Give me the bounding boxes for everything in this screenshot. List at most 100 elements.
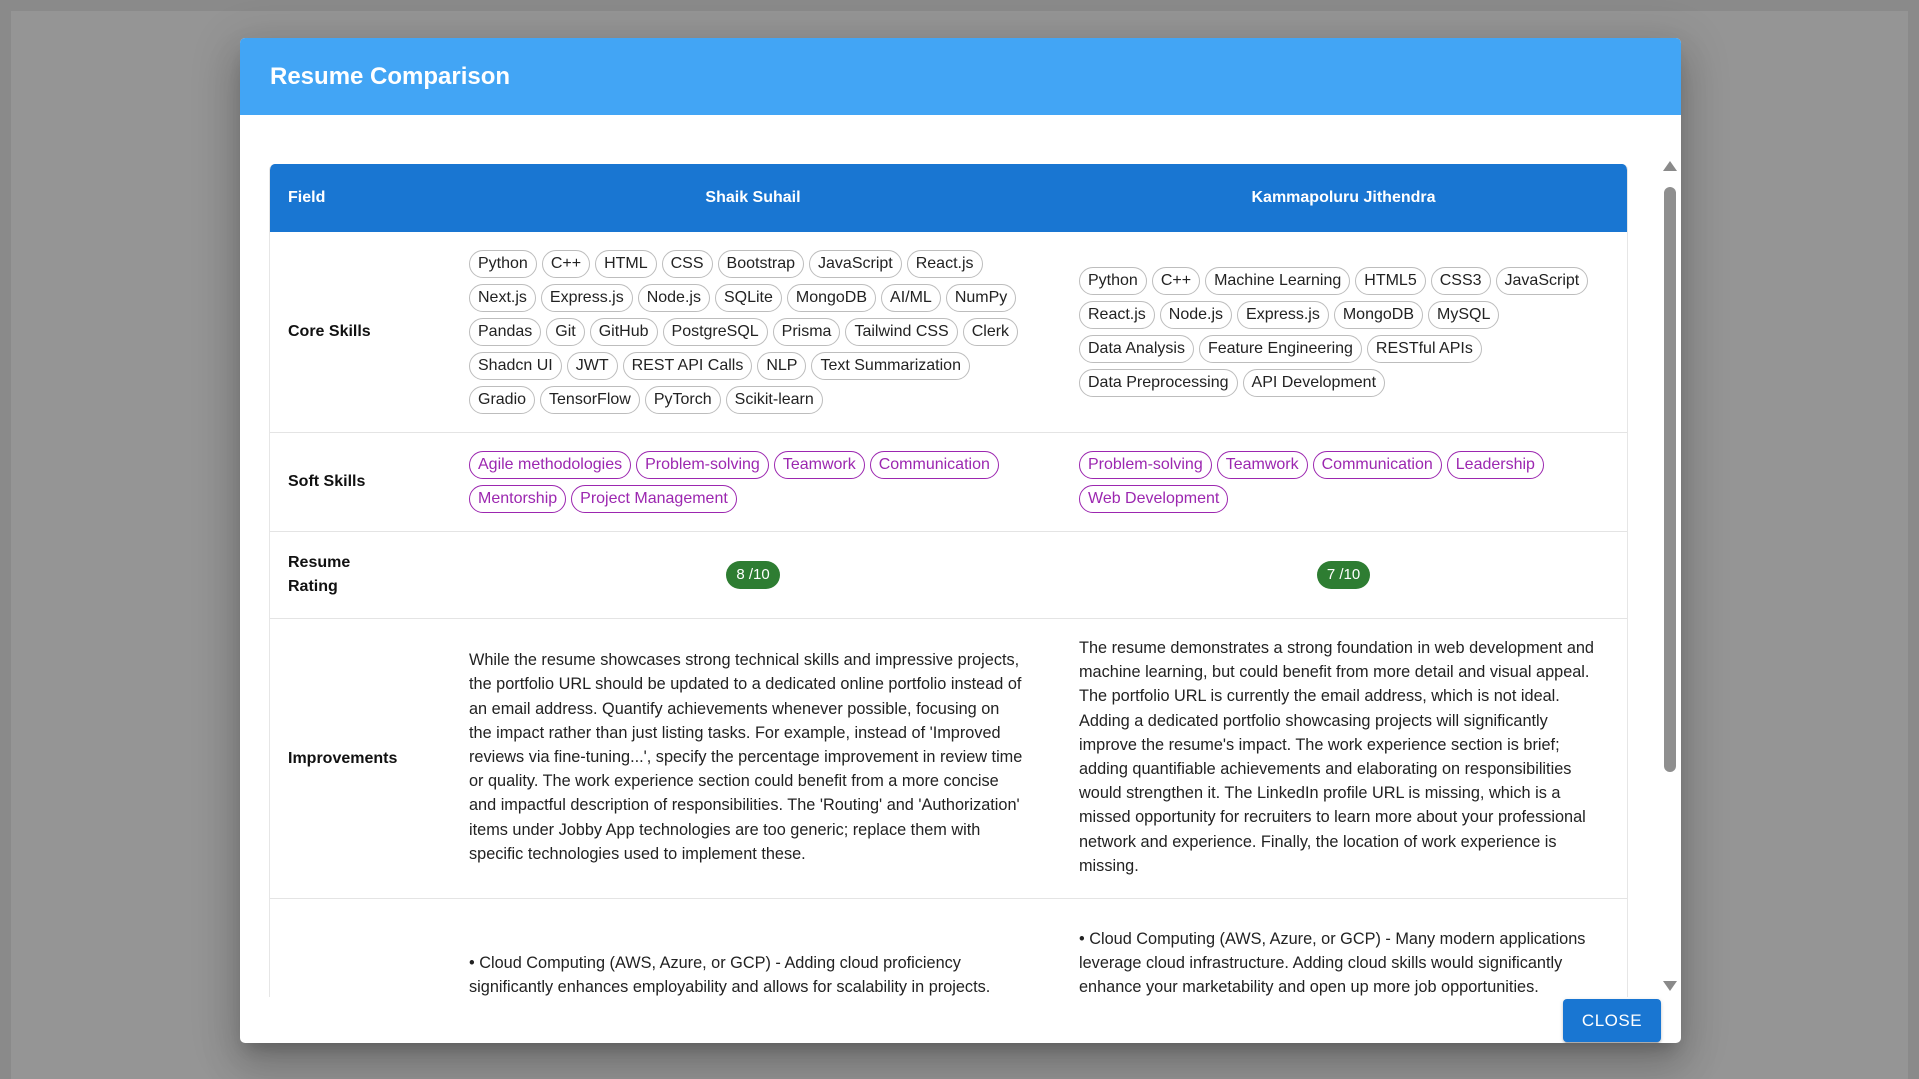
skill-chip: RESTful APIs	[1366, 335, 1482, 363]
skill-chip: Text Summarization	[811, 352, 970, 380]
skill-chip: Node.js	[637, 284, 710, 312]
skill-chip: CSS	[661, 250, 713, 278]
skill-chip: Python	[469, 250, 537, 278]
suggested-skills-a: • Cloud Computing (AWS, Azure, or GCP) -…	[448, 898, 1058, 997]
skill-chip: MongoDB	[1333, 301, 1423, 329]
skill-chip: Express.js	[1237, 301, 1329, 329]
row-label-improvements: Improvements	[270, 618, 448, 900]
skill-chip: Pandas	[469, 318, 542, 346]
skill-chip: Node.js	[1159, 301, 1233, 329]
skill-chip: GitHub	[589, 318, 658, 346]
skill-chip: Communication	[869, 451, 999, 479]
vertical-scrollbar[interactable]	[1658, 115, 1681, 997]
header-field: Field	[270, 164, 448, 232]
row-label-rating: Resume Rating	[270, 531, 448, 619]
skill-chip: Machine Learning	[1205, 267, 1351, 295]
rating-label-text: Resume Rating	[288, 554, 351, 595]
skill-chip: MySQL	[1428, 301, 1500, 329]
skill-chip: Agile methodologies	[469, 451, 632, 479]
skill-chip: React.js	[1079, 301, 1155, 329]
skill-chip: Python	[1079, 267, 1147, 295]
skill-chip: Data Analysis	[1079, 335, 1194, 363]
core-skills-b: Python C++ Machine Learning HTML5 CSS3 JavaSc…	[1058, 232, 1627, 433]
suggested-skills-b-text: • Cloud Computing (AWS, Azure, or GCP) -…	[1079, 930, 1586, 997]
core-skills-b-chips: Python C++ Machine Learning HTML5 CSS3 JavaSc…	[1079, 267, 1607, 397]
comparison-table: Field Shaik Suhail Kammapoluru Jithendra…	[270, 164, 1627, 997]
skill-chip: Problem-solving	[636, 451, 769, 479]
scroll-down-arrow-icon[interactable]	[1663, 981, 1677, 991]
comparison-table-container: Field Shaik Suhail Kammapoluru Jithendra…	[269, 164, 1628, 997]
skill-chip: Tailwind CSS	[845, 318, 958, 346]
row-core-skills: Core Skills Python C++ HTML CSS Bootstrap Jav…	[270, 232, 1627, 433]
skill-chip: Communication	[1312, 451, 1442, 479]
skill-chip: JWT	[566, 352, 618, 380]
skill-chip: C++	[1151, 267, 1201, 295]
header-candidate-a: Shaik Suhail	[448, 164, 1058, 232]
improvements-a: While the resume showcases strong techni…	[448, 618, 1058, 900]
resume-comparison-dialog: Resume Comparison Field Shaik Suhail Kam…	[240, 38, 1681, 1043]
skill-chip: Project Management	[571, 485, 737, 513]
skill-chip: React.js	[906, 250, 983, 278]
skill-chip: Mentorship	[469, 485, 567, 513]
dialog-content: Field Shaik Suhail Kammapoluru Jithendra…	[240, 115, 1681, 997]
rating-badge-a: 8 /10	[726, 561, 780, 589]
scroll-up-arrow-icon[interactable]	[1663, 161, 1677, 171]
suggested-skills-a-text: • Cloud Computing (AWS, Azure, or GCP) -…	[469, 954, 991, 997]
skill-chip: Gradio	[469, 386, 536, 414]
skill-chip: Git	[546, 318, 585, 346]
close-button[interactable]: CLOSE	[1563, 999, 1661, 1042]
row-improvements: Improvements While the resume showcases …	[270, 618, 1627, 900]
skill-chip: HTML	[595, 250, 657, 278]
row-rating: Resume Rating 8 /10 7 /10	[270, 531, 1627, 619]
scrollbar-thumb[interactable]	[1664, 187, 1676, 772]
skill-chip: Feature Engineering	[1198, 335, 1362, 363]
dialog-actions: CLOSE	[240, 997, 1681, 1043]
skill-chip: Teamwork	[1216, 451, 1308, 479]
header-candidate-b: Kammapoluru Jithendra	[1058, 164, 1627, 232]
table-header-row: Field Shaik Suhail Kammapoluru Jithendra	[270, 164, 1627, 232]
core-skills-a: Python C++ HTML CSS Bootstrap JavaScript React…	[448, 232, 1058, 433]
skill-chip: Leadership	[1446, 451, 1544, 479]
improvements-b: The resume demonstrates a strong foundat…	[1058, 618, 1627, 900]
skill-chip: Problem-solving	[1079, 451, 1212, 479]
dialog-title: Resume Comparison	[240, 38, 1681, 115]
skill-chip: Bootstrap	[717, 250, 805, 278]
skill-chip: MongoDB	[786, 284, 877, 312]
skill-chip: JavaScript	[1495, 267, 1589, 295]
skill-chip: Web Development	[1079, 485, 1229, 513]
skill-chip: Clerk	[962, 318, 1019, 346]
skill-chip: SQLite	[714, 284, 782, 312]
skill-chip: NumPy	[945, 284, 1017, 312]
skill-chip: TensorFlow	[540, 386, 640, 414]
skill-chip: PostgreSQL	[662, 318, 768, 346]
skill-chip: Data Preprocessing	[1079, 369, 1238, 397]
skill-chip: Scikit-learn	[725, 386, 823, 414]
rating-a-cell: 8 /10	[448, 531, 1058, 619]
rating-badge-b: 7 /10	[1316, 561, 1371, 589]
improvements-a-text: While the resume showcases strong techni…	[469, 651, 1023, 863]
soft-skills-a-chips: Agile methodologies Problem-solving Teamwo…	[469, 451, 1024, 513]
skill-chip: API Development	[1242, 369, 1386, 397]
suggested-skills-b: • Cloud Computing (AWS, Azure, or GCP) -…	[1058, 898, 1627, 997]
rating-b-cell: 7 /10	[1058, 531, 1627, 619]
core-skills-a-chips: Python C++ HTML CSS Bootstrap JavaScript React…	[469, 250, 1024, 414]
row-label-suggested-skills	[270, 898, 448, 997]
skill-chip: AI/ML	[881, 284, 941, 312]
skill-chip: PyTorch	[644, 386, 721, 414]
skill-chip: REST API Calls	[622, 352, 753, 380]
skill-chip: NLP	[757, 352, 807, 380]
skill-chip: Prisma	[772, 318, 841, 346]
soft-skills-b-chips: Problem-solving Teamwork Communication Lead…	[1079, 451, 1607, 513]
skill-chip: CSS3	[1430, 267, 1491, 295]
skill-chip: Shadcn UI	[469, 352, 562, 380]
row-suggested-skills: • Cloud Computing (AWS, Azure, or GCP) -…	[270, 898, 1627, 997]
improvements-b-text: The resume demonstrates a strong foundat…	[1079, 639, 1594, 875]
row-label-soft-skills: Soft Skills	[270, 432, 448, 532]
row-soft-skills: Soft Skills Agile methodologies Problem-s…	[270, 432, 1627, 532]
skill-chip: C++	[541, 250, 591, 278]
skill-chip: HTML5	[1355, 267, 1426, 295]
row-label-core-skills: Core Skills	[270, 232, 448, 433]
soft-skills-a: Agile methodologies Problem-solving Teamwo…	[448, 432, 1058, 532]
skill-chip: Express.js	[540, 284, 633, 312]
soft-skills-b: Problem-solving Teamwork Communication Lead…	[1058, 432, 1627, 532]
